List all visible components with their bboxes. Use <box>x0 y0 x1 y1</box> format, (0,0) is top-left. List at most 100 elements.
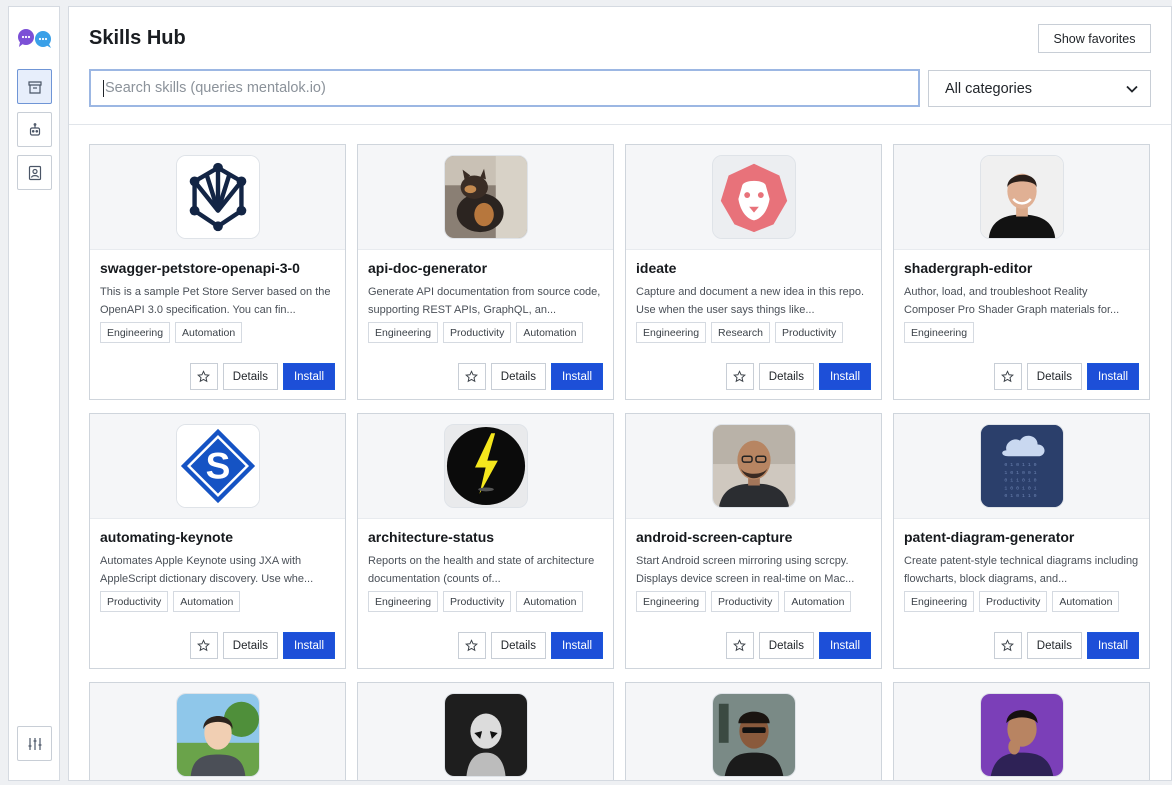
skill-tag[interactable]: Automation <box>516 322 584 343</box>
skill-card: api-doc-generator Generate API documenta… <box>357 144 614 400</box>
skill-tag[interactable]: Research <box>711 322 770 343</box>
skill-tag[interactable]: Productivity <box>443 591 512 612</box>
details-button[interactable]: Details <box>758 363 814 390</box>
details-button[interactable]: Details <box>758 632 814 659</box>
skill-avatar <box>443 424 528 508</box>
details-button[interactable]: Details <box>490 632 546 659</box>
skill-tags: Engineering <box>904 322 975 343</box>
skill-tag[interactable]: Engineering <box>368 322 439 343</box>
skill-card: shadergraph-editor Author, load, and tro… <box>893 144 1150 400</box>
skill-tag[interactable]: Engineering <box>368 591 439 612</box>
favorite-button[interactable] <box>993 363 1022 390</box>
favorite-button[interactable] <box>457 363 486 390</box>
card-image-area <box>358 145 613 250</box>
skill-tag[interactable]: Engineering <box>100 322 171 343</box>
favorite-button[interactable] <box>189 632 218 659</box>
skill-card: architecture-status Reports on the healt… <box>357 413 614 669</box>
card-actions: Details Install <box>725 363 871 390</box>
details-button[interactable]: Details <box>222 632 278 659</box>
card-image-area <box>626 145 881 250</box>
star-icon <box>465 370 479 383</box>
sidebar-item-skills[interactable] <box>17 69 52 104</box>
skill-tag[interactable]: Automation <box>173 591 241 612</box>
favorite-button[interactable] <box>725 363 754 390</box>
svg-text:0 1 1 0 1 0: 0 1 1 0 1 0 <box>1004 478 1036 484</box>
skill-card: 0 1 0 1 1 0 1 0 1 0 0 1 0 1 1 0 1 0 1 0 … <box>893 413 1150 669</box>
install-button[interactable]: Install <box>818 632 871 659</box>
skill-card <box>625 682 882 780</box>
skill-card <box>893 682 1150 780</box>
skill-description: Automates Apple Keynote using JXA with A… <box>100 555 314 585</box>
card-image-area <box>90 683 345 780</box>
details-button[interactable]: Details <box>490 363 546 390</box>
skill-description: Generate API documentation from source c… <box>368 286 601 316</box>
skill-name: architecture-status <box>368 529 495 545</box>
favorite-button[interactable] <box>993 632 1022 659</box>
skill-tag[interactable]: Productivity <box>775 322 844 343</box>
sliders-icon <box>28 737 41 750</box>
svg-text:1 0 0 1 0 1: 1 0 0 1 0 1 <box>1004 485 1036 491</box>
install-button[interactable]: Install <box>1086 632 1139 659</box>
chevron-down-icon <box>1126 85 1138 93</box>
card-image-area <box>358 414 613 519</box>
skill-tags: Engineering Productivity Automation <box>368 322 584 343</box>
skill-name: automating-keynote <box>100 529 234 545</box>
sidebar-item-settings[interactable] <box>17 726 52 761</box>
cloud-rain-icon: 0 1 0 1 1 0 1 0 1 0 0 1 0 1 1 0 1 0 1 0 … <box>980 425 1063 507</box>
favorite-button[interactable] <box>457 632 486 659</box>
skill-tag[interactable]: Productivity <box>443 322 512 343</box>
skill-tag[interactable]: Automation <box>784 591 852 612</box>
skill-name: android-screen-capture <box>636 529 793 545</box>
card-actions: Details Install <box>725 632 871 659</box>
details-button[interactable]: Details <box>1026 632 1082 659</box>
skill-tag[interactable]: Automation <box>175 322 243 343</box>
skill-avatar: 0 1 0 1 1 0 1 0 1 0 0 1 0 1 1 0 1 0 1 0 … <box>979 424 1064 508</box>
install-button[interactable]: Install <box>818 363 871 390</box>
skill-tag[interactable]: Productivity <box>979 591 1048 612</box>
skill-tag[interactable]: Engineering <box>636 591 707 612</box>
details-button[interactable]: Details <box>1026 363 1082 390</box>
install-button[interactable]: Install <box>282 363 335 390</box>
category-select[interactable]: All categories <box>928 70 1151 107</box>
skill-tags: Engineering Productivity Automation <box>636 591 852 612</box>
card-actions: Details Install <box>457 363 603 390</box>
favorite-button[interactable] <box>725 632 754 659</box>
show-favorites-button[interactable]: Show favorites <box>1038 24 1151 53</box>
skill-avatar <box>443 693 528 777</box>
search-input[interactable]: Search skills (queries mentalok.io) <box>89 69 920 107</box>
install-button[interactable]: Install <box>1086 363 1139 390</box>
skills-grid: swagger-petstore-openapi-3-0 This is a s… <box>89 144 1150 780</box>
contact-card-icon <box>28 165 41 180</box>
skill-avatar <box>443 155 528 239</box>
skill-tag[interactable]: Engineering <box>904 591 975 612</box>
skill-tag[interactable]: Engineering <box>904 322 975 343</box>
skill-avatar: S <box>175 424 260 508</box>
card-image-area: S <box>90 414 345 519</box>
star-icon <box>733 370 747 383</box>
install-button[interactable]: Install <box>550 632 603 659</box>
star-icon <box>1001 639 1015 652</box>
card-image-area <box>894 683 1149 780</box>
favorite-button[interactable] <box>189 363 218 390</box>
skill-tag[interactable]: Productivity <box>100 591 169 612</box>
skill-card: swagger-petstore-openapi-3-0 This is a s… <box>89 144 346 400</box>
install-button[interactable]: Install <box>550 363 603 390</box>
card-image-area: 0 1 0 1 1 0 1 0 1 0 0 1 0 1 1 0 1 0 1 0 … <box>894 414 1149 519</box>
install-button[interactable]: Install <box>282 632 335 659</box>
skill-tag[interactable]: Automation <box>1052 591 1120 612</box>
skill-tag[interactable]: Productivity <box>711 591 780 612</box>
sidebar-item-profile[interactable] <box>17 155 52 190</box>
star-icon <box>465 639 479 652</box>
skill-tag[interactable]: Engineering <box>636 322 707 343</box>
details-button[interactable]: Details <box>222 363 278 390</box>
skill-card: android-screen-capture Start Android scr… <box>625 413 882 669</box>
lightning-icon <box>444 425 527 507</box>
skill-description: Create patent-style technical diagrams i… <box>904 555 1139 585</box>
sidebar-item-agents[interactable] <box>17 112 52 147</box>
skill-tags: Engineering Automation <box>100 322 243 343</box>
skill-tag[interactable]: Automation <box>516 591 584 612</box>
star-icon <box>1001 370 1015 383</box>
star-icon <box>197 370 211 383</box>
person-photo <box>980 694 1063 776</box>
header: Skills Hub Show favorites Search skills … <box>69 7 1171 125</box>
